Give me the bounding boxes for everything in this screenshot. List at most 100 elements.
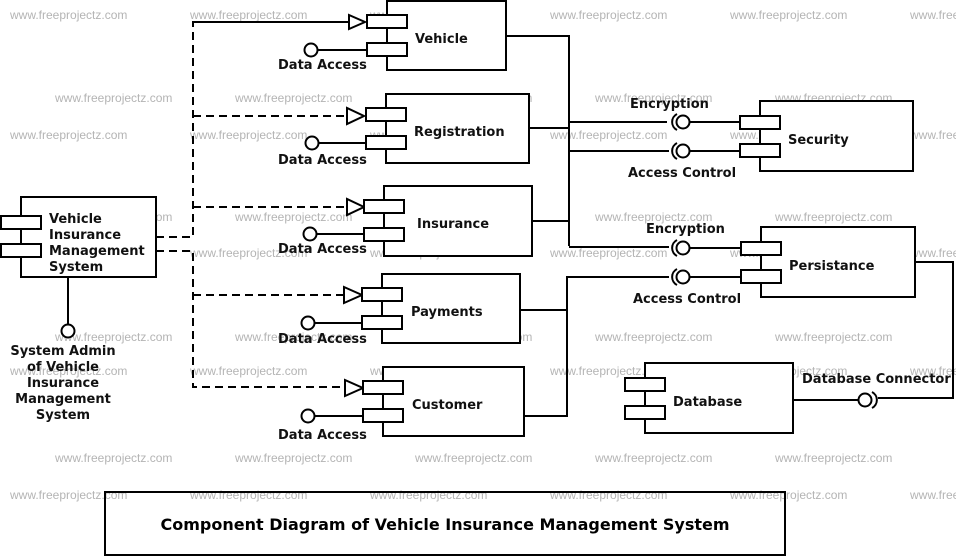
watermark-text: www.freeprojectz.com [54,451,172,465]
watermark-text: www.freeprojectz.com [909,128,956,142]
watermark-text: www.freeprojectz.com [594,330,712,344]
payments-data-access-icon [300,315,316,331]
security-access-control-label: Access Control [628,166,736,181]
component-port-icon [624,405,666,420]
system-admin-interface-label: System Admin of Vehicle Insurance Manage… [10,344,115,423]
component-name: Persistance [789,259,875,274]
component-name: Payments [411,305,483,320]
watermark-text: www.freeprojectz.com [234,91,352,105]
system-admin-label-line: System [36,408,90,423]
component-port-icon [362,380,404,395]
bus-customer [524,276,568,417]
component-database[interactable]: Database [624,362,794,434]
watermark-text: www.freeprojectz.com [414,451,532,465]
component-diagram: www.freeprojectz.com www.freeprojectz.com… [0,0,956,556]
component-name: Vehicle [415,32,468,47]
watermark-text: www.freeprojectz.com [774,210,892,224]
component-vehicle[interactable]: Vehicle [366,0,507,71]
security-encryption-ball-icon [675,114,691,130]
component-vehicle-insurance-management-system[interactable]: Vehicle Insurance Management System [0,196,157,278]
insurance-data-access-icon [302,226,318,242]
watermark-text: www.freeprojectz.com [9,128,127,142]
watermark-text: www.freeprojectz.com [909,488,956,502]
persistance-encryption-label: Encryption [646,222,725,237]
persistance-encryption-ball-icon [675,240,691,256]
component-port-icon [624,377,666,392]
watermark-text: www.freeprojectz.com [549,488,667,502]
watermark-text: www.freeprojectz.com [549,128,667,142]
arrowhead-registration [346,106,367,126]
registration-data-access-icon [304,135,320,151]
component-security[interactable]: Security [739,100,914,172]
component-name: Security [788,133,849,148]
component-name: Customer [412,398,483,413]
component-port-icon [361,287,403,302]
database-connector-ball-icon [857,392,873,408]
component-port-icon [739,143,781,158]
component-name: Registration [414,125,505,140]
component-name: Insurance [417,217,489,232]
watermark-text: www.freeprojectz.com [234,210,352,224]
security-encryption-label: Encryption [630,97,709,112]
security-access-ball-icon [675,143,691,159]
arrowhead-insurance [346,197,367,217]
system-admin-label-line: Insurance [27,376,99,391]
watermark-text: www.freeprojectz.com [594,451,712,465]
component-persistance[interactable]: Persistance [740,226,916,298]
component-port-icon [365,135,407,150]
watermark-text: www.freeprojectz.com [54,91,172,105]
component-customer[interactable]: Customer [362,366,525,437]
component-insurance[interactable]: Insurance [363,185,533,257]
component-name: Database [673,395,742,410]
component-port-icon [362,408,404,423]
database-connector-label: Database Connector [802,372,951,387]
customer-data-access-label: Data Access [278,428,367,443]
system-name-line: Insurance [49,228,121,243]
component-port-icon [739,115,781,130]
watermark-text: www.freeprojectz.com [909,246,956,260]
watermark-text: www.freeprojectz.com [729,8,847,22]
component-port-icon [740,241,782,256]
watermark-text: www.freeprojectz.com [774,330,892,344]
component-port-icon [366,14,408,29]
database-connector-socket-icon [871,391,878,409]
persistance-access-ball-icon [675,269,691,285]
watermark-text: www.freeprojectz.com [9,8,127,22]
component-payments[interactable]: Payments [361,273,521,344]
system-admin-label-line: of Vehicle [27,360,99,375]
component-port-icon [366,42,408,57]
watermark-text: www.freeprojectz.com [729,488,847,502]
arrowhead-customer [344,378,366,398]
diagram-title: Component Diagram of Vehicle Insurance M… [160,515,729,534]
component-port-icon [361,315,403,330]
persistance-access-control-label: Access Control [633,292,741,307]
system-name-line: System [49,260,103,275]
component-registration[interactable]: Registration [365,93,530,164]
watermark-text: www.freeprojectz.com [549,8,667,22]
watermark-text: www.freeprojectz.com [549,246,667,260]
watermark-text: www.freeprojectz.com [189,128,307,142]
watermark-text: www.freeprojectz.com [189,364,307,378]
component-port-icon [740,269,782,284]
component-port-icon [363,227,405,242]
insurance-data-access-label: Data Access [278,242,367,257]
watermark-text: www.freeprojectz.com [9,488,127,502]
registration-data-access-label: Data Access [278,153,367,168]
component-port-icon [365,107,407,122]
arrowhead-vehicle [348,13,368,31]
component-port-icon [0,243,42,258]
watermark-text: www.freeprojectz.com [189,488,307,502]
system-name-line: Management [49,244,145,259]
watermark-text: www.freeprojectz.com [774,451,892,465]
system-name-line: Vehicle [49,212,102,227]
system-admin-label-line: System Admin [10,344,115,359]
payments-data-access-label: Data Access [278,332,367,347]
vehicle-data-access-label: Data Access [278,58,367,73]
watermark-text: www.freeprojectz.com [234,451,352,465]
system-admin-interface-icon [60,323,76,339]
watermark-text: www.freeprojectz.com [189,8,307,22]
system-admin-label-line: Management [15,392,111,407]
customer-data-access-icon [300,408,316,424]
component-port-icon [0,215,42,230]
component-port-icon [363,199,405,214]
